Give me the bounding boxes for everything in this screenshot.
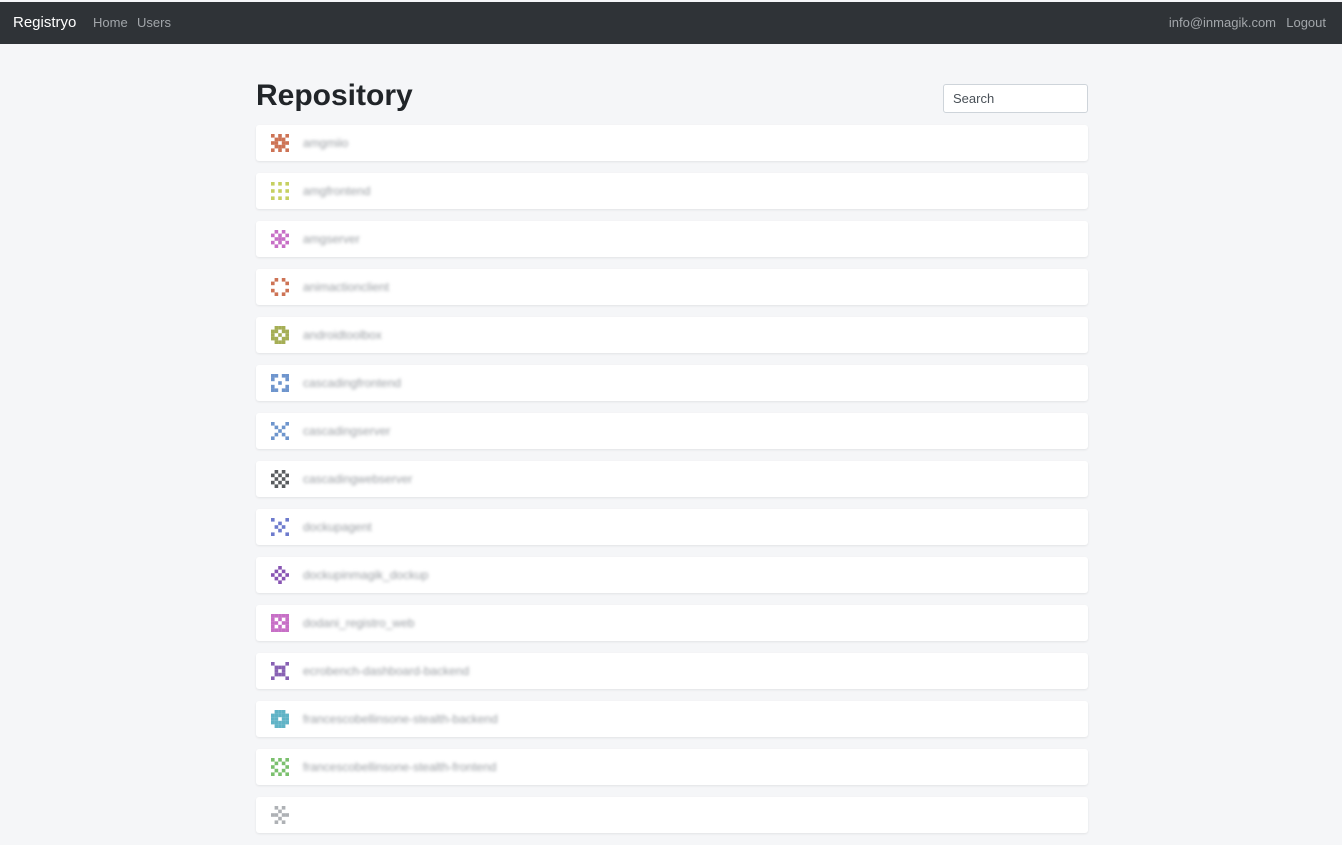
- repository-name[interactable]: animactionclient: [303, 269, 389, 305]
- search-input[interactable]: [943, 84, 1088, 113]
- repository-row[interactable]: ecrobench-dashboard-backend: [256, 653, 1088, 689]
- repository-row[interactable]: [256, 797, 1088, 833]
- repository-row[interactable]: cascadingserver: [256, 413, 1088, 449]
- repository-row[interactable]: dockupinmagik_dockup: [256, 557, 1088, 593]
- repository-row[interactable]: dockupagent: [256, 509, 1088, 545]
- top-navbar: Registryo Home Users info@inmagik.com Lo…: [0, 2, 1342, 44]
- repository-avatar-icon: [271, 614, 289, 632]
- repository-row[interactable]: amgfrontend: [256, 173, 1088, 209]
- repository-avatar-icon: [271, 518, 289, 536]
- page-title: Repository: [256, 79, 413, 112]
- nav-home-link[interactable]: Home: [93, 2, 128, 44]
- repository-avatar-icon: [271, 374, 289, 392]
- repository-row[interactable]: francescobellinsone-stealth-backend: [256, 701, 1088, 737]
- repository-name[interactable]: cascadingfrontend: [303, 365, 401, 401]
- repository-list: amgmiio amgfrontend amgserver animactioncli…: [256, 125, 1088, 845]
- repository-name[interactable]: cascadingserver: [303, 413, 390, 449]
- repository-row[interactable]: animactionclient: [256, 269, 1088, 305]
- repository-avatar-icon: [271, 182, 289, 200]
- repository-avatar-icon: [271, 422, 289, 440]
- repository-name[interactable]: androidtoolbox: [303, 317, 382, 353]
- repository-avatar-icon: [271, 230, 289, 248]
- repository-row[interactable]: amgserver: [256, 221, 1088, 257]
- repository-avatar-icon: [271, 662, 289, 680]
- repository-row[interactable]: cascadingwebserver: [256, 461, 1088, 497]
- repository-avatar-icon: [271, 278, 289, 296]
- repository-name[interactable]: ecrobench-dashboard-backend: [303, 653, 469, 689]
- repository-name[interactable]: dodani_registro_web: [303, 605, 414, 641]
- logout-link[interactable]: Logout: [1286, 2, 1326, 44]
- repository-name[interactable]: amgfrontend: [303, 173, 370, 209]
- repository-name[interactable]: cascadingwebserver: [303, 461, 412, 497]
- repository-avatar-icon: [271, 326, 289, 344]
- repository-name[interactable]: francescobellinsone-stealth-frontend: [303, 749, 496, 785]
- repository-row[interactable]: francescobellinsone-stealth-frontend: [256, 749, 1088, 785]
- repository-name[interactable]: francescobellinsone-stealth-backend: [303, 701, 498, 737]
- repository-name[interactable]: dockupagent: [303, 509, 372, 545]
- repository-row[interactable]: dodani_registro_web: [256, 605, 1088, 641]
- repository-avatar-icon: [271, 566, 289, 584]
- nav-users-link[interactable]: Users: [137, 2, 171, 44]
- repository-name[interactable]: dockupinmagik_dockup: [303, 557, 428, 593]
- repository-row[interactable]: androidtoolbox: [256, 317, 1088, 353]
- brand-link[interactable]: Registryo: [13, 2, 76, 44]
- repository-name[interactable]: amgserver: [303, 221, 360, 257]
- repository-avatar-icon: [271, 470, 289, 488]
- repository-avatar-icon: [271, 806, 289, 824]
- user-email-link[interactable]: info@inmagik.com: [1169, 2, 1276, 44]
- repository-avatar-icon: [271, 758, 289, 776]
- repository-avatar-icon: [271, 710, 289, 728]
- repository-row[interactable]: cascadingfrontend: [256, 365, 1088, 401]
- repository-avatar-icon: [271, 134, 289, 152]
- repository-row[interactable]: amgmiio: [256, 125, 1088, 161]
- repository-name[interactable]: amgmiio: [303, 125, 348, 161]
